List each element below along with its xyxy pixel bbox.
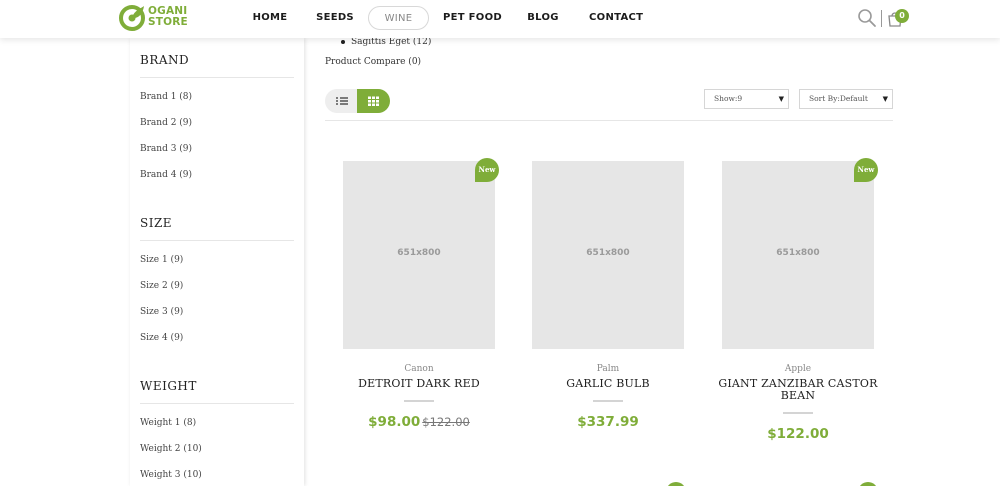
filter-weight-1[interactable]: Weight 1 (8) bbox=[140, 418, 196, 428]
weight-divider bbox=[140, 403, 294, 404]
old-price: $122.00 bbox=[422, 415, 470, 429]
product-name-1[interactable]: DETROIT DARK RED bbox=[329, 378, 509, 390]
product-name-3[interactable]: GIANT ZANZIBAR CASTOR BEAN bbox=[708, 378, 888, 402]
nav-wine[interactable]: WINE bbox=[368, 6, 429, 30]
filter-brand-3[interactable]: Brand 3 (9) bbox=[140, 144, 192, 154]
filter-size-3[interactable]: Size 3 (9) bbox=[140, 307, 183, 317]
product-brand-3: Apple bbox=[784, 364, 812, 374]
product-brand-2: Palm bbox=[596, 364, 620, 374]
nav-seeds[interactable]: SEEDS bbox=[314, 6, 356, 30]
filter-size-4[interactable]: Size 4 (9) bbox=[140, 333, 183, 343]
logo-line-2: STORE bbox=[148, 16, 188, 28]
product-image-3[interactable]: 651x800 bbox=[722, 161, 874, 349]
site-header: OGANI STORE HOME SEEDS WINE PET FOOD BLO… bbox=[0, 0, 1000, 38]
new-badge: New bbox=[854, 158, 878, 182]
header-icons: 0 bbox=[857, 8, 913, 30]
image-placeholder-label: 651x800 bbox=[397, 248, 441, 258]
category-list-item[interactable]: Sagittis Eget (12) bbox=[341, 37, 431, 47]
filter-weight-3[interactable]: Weight 3 (10) bbox=[140, 470, 202, 480]
grid-view-icon bbox=[368, 96, 379, 106]
dropdown-arrow-icon: ▼ bbox=[778, 95, 784, 103]
logo[interactable]: OGANI STORE bbox=[119, 4, 191, 32]
sort-value: Sort By:Default bbox=[809, 94, 868, 103]
list-view-icon bbox=[336, 97, 348, 105]
product-price-2: $337.99 bbox=[518, 414, 698, 430]
product-image-1[interactable]: 651x800 bbox=[343, 161, 495, 349]
product-divider bbox=[404, 400, 434, 402]
weight-heading: WEIGHT bbox=[140, 379, 197, 393]
show-count-select[interactable]: Show:9 ▼ bbox=[704, 89, 789, 109]
filter-brand-1[interactable]: Brand 1 (8) bbox=[140, 92, 192, 102]
current-price: $337.99 bbox=[577, 414, 639, 430]
category-label: Sagittis Eget (12) bbox=[351, 37, 432, 47]
logo-text: OGANI STORE bbox=[148, 6, 188, 28]
brand-heading: BRAND bbox=[140, 53, 190, 67]
current-price: $122.00 bbox=[767, 426, 829, 442]
cart-count-badge: 0 bbox=[895, 9, 909, 23]
nav-home[interactable]: HOME bbox=[249, 6, 291, 30]
size-divider bbox=[140, 240, 294, 241]
product-divider bbox=[593, 400, 623, 402]
list-view-button[interactable] bbox=[325, 89, 359, 113]
image-placeholder-label: 651x800 bbox=[776, 248, 820, 258]
toolbar-divider bbox=[325, 120, 893, 121]
nav-contact[interactable]: CONTACT bbox=[589, 6, 643, 30]
filter-size-1[interactable]: Size 1 (9) bbox=[140, 255, 183, 265]
product-image-2[interactable]: 651x800 bbox=[532, 161, 684, 349]
show-count-value: Show:9 bbox=[714, 94, 743, 103]
nav-pet-food[interactable]: PET FOOD bbox=[443, 6, 502, 30]
current-price: $98.00 bbox=[368, 414, 421, 430]
view-toggle bbox=[325, 89, 390, 113]
product-divider bbox=[783, 412, 813, 414]
filter-weight-2[interactable]: Weight 2 (10) bbox=[140, 444, 202, 454]
next-row-badge bbox=[666, 482, 686, 486]
product-name-line-2: BEAN bbox=[780, 389, 816, 402]
sort-select[interactable]: Sort By:Default ▼ bbox=[799, 89, 893, 109]
product-price-1: $98.00 $122.00 bbox=[329, 414, 509, 430]
bullet bbox=[341, 39, 345, 44]
filter-brand-2[interactable]: Brand 2 (9) bbox=[140, 118, 192, 128]
filter-size-2[interactable]: Size 2 (9) bbox=[140, 281, 183, 291]
header-divider bbox=[881, 10, 882, 27]
size-heading: SIZE bbox=[140, 216, 173, 230]
leaf-logo-icon bbox=[119, 5, 145, 31]
product-name-2[interactable]: GARLIC BULB bbox=[518, 378, 698, 390]
dropdown-arrow-icon: ▼ bbox=[882, 95, 888, 103]
new-badge: New bbox=[475, 158, 499, 182]
product-compare-link[interactable]: Product Compare (0) bbox=[325, 57, 421, 67]
search-icon[interactable] bbox=[857, 8, 877, 28]
product-brand-1: Canon bbox=[404, 364, 434, 374]
next-row-badge bbox=[858, 482, 878, 486]
filter-brand-4[interactable]: Brand 4 (9) bbox=[140, 170, 192, 180]
nav-blog[interactable]: BLOG bbox=[525, 6, 561, 30]
image-placeholder-label: 651x800 bbox=[586, 248, 630, 258]
brand-divider bbox=[140, 77, 294, 78]
product-price-3: $122.00 bbox=[708, 426, 888, 442]
filter-sidebar: BRAND Brand 1 (8) Brand 2 (9) Brand 3 (9… bbox=[130, 38, 304, 486]
grid-view-button[interactable] bbox=[357, 89, 390, 113]
